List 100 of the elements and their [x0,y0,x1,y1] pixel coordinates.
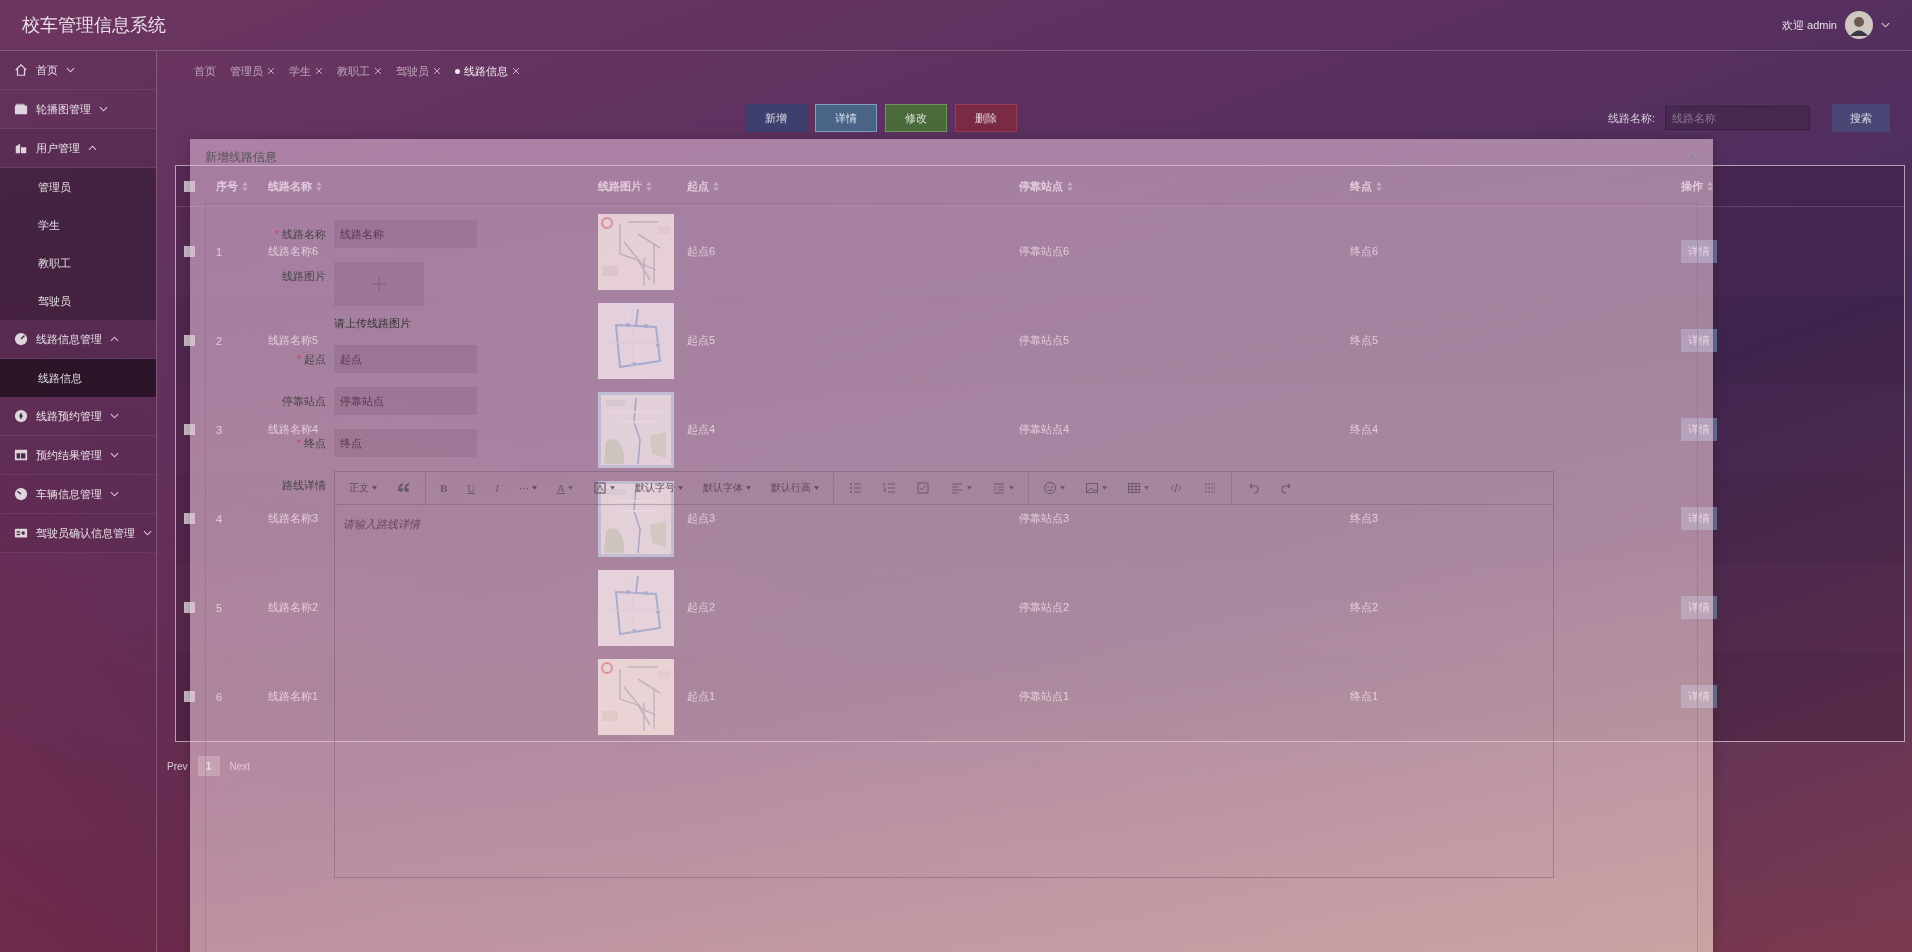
quote-icon [397,481,411,495]
align-icon [949,481,964,495]
menu-item[interactable]: 用户管理 [0,129,156,168]
table-cell: 线路名称1 [268,690,319,702]
tab[interactable]: 首页 [190,63,220,79]
delete-button[interactable]: 删除 [955,104,1017,132]
table-cell: 停靠站点2 [1019,601,1070,613]
tab[interactable]: 教职工 [333,63,386,79]
tab[interactable]: 驾驶员 [392,63,445,79]
menu-item[interactable]: 线路预约管理 [0,397,156,436]
upload-button[interactable] [334,262,424,306]
column-header: 序号 [216,178,238,194]
toolbar-button[interactable]: 默认行高 [762,477,827,499]
table-cell: 终点2 [1350,601,1379,613]
menu-item[interactable]: 预约结果管理 [0,436,156,475]
search-button[interactable]: 搜索 [1832,104,1890,132]
field-label: 路线详情 [282,479,326,491]
row-checkbox[interactable] [184,691,195,702]
chevron-down-icon [110,413,119,419]
indent-icon [991,481,1006,495]
field-label: * 终点 [296,437,326,449]
row-checkbox[interactable] [184,246,195,257]
field-label: 停靠站点 [282,395,326,407]
row-checkbox[interactable] [184,602,195,613]
chevron-down-icon [66,67,75,73]
column-header: 操作 [1681,178,1703,194]
table-cell: 终点1 [1350,690,1379,702]
toolbar-button[interactable]: ··· [510,477,545,499]
welcome-text: 欢迎 admin [1781,17,1837,33]
table-cell: 终点3 [1350,512,1379,524]
tab[interactable]: 学生 [285,63,327,79]
tab[interactable]: 线路信息 [451,63,524,79]
image-icon [1084,481,1099,495]
prev-link[interactable]: Prev [167,760,188,772]
table-cell: 起点3 [687,512,716,524]
table-cell: 5 [216,601,223,614]
toolbar-button[interactable]: 默认字体 [694,477,759,499]
toolbar-button[interactable]: 默认字号 [626,477,691,499]
table-cell: 停靠站点5 [1019,334,1070,346]
chevron-down-icon [1881,22,1890,28]
edit-button[interactable]: 修改 [885,104,947,132]
gauge-icon [14,332,28,346]
row-checkbox[interactable] [184,424,195,435]
submenu-item[interactable]: 驾驶员 [0,282,156,320]
table-cell: 起点4 [687,423,716,435]
row-checkbox[interactable] [184,513,195,524]
table-cell: 停靠站点6 [1019,245,1070,257]
menu-item[interactable]: 车辆信息管理 [0,475,156,514]
chevron-down-icon [143,530,152,536]
dialog-title: 新增线路信息 [205,148,277,166]
table-cell: 线路名称4 [268,423,319,435]
submenu-item[interactable]: 学生 [0,206,156,244]
table-cell: 终点5 [1350,334,1379,346]
table-cell: 停靠站点4 [1019,423,1070,435]
table-cell: 6 [216,690,223,703]
chevron-up-icon [88,145,97,151]
gauge-icon [14,487,28,501]
building-icon [14,141,28,155]
table-cell: 4 [216,512,223,525]
table-cell: 停靠站点1 [1019,690,1070,702]
select-all-checkbox[interactable] [184,180,195,192]
menu-item[interactable]: 轮播图管理 [0,90,156,129]
table-cell: 线路名称6 [268,245,319,257]
table-cell: 起点2 [687,601,716,613]
avatar-icon[interactable] [1845,11,1873,39]
field-label: 线路图片 [282,270,326,282]
chevron-down-icon [110,452,119,458]
detail-button[interactable]: 详情 [815,104,877,132]
table-cell: 终点6 [1350,245,1379,257]
menu-item[interactable]: 首页 [0,51,156,90]
table-cell: 起点5 [687,334,716,346]
table-cell: 起点6 [687,245,716,257]
numbered-list-icon [881,481,896,495]
table-cell: 停靠站点3 [1019,512,1070,524]
table-cell: 线路名称3 [268,512,319,524]
table-cell: 2 [216,334,223,347]
tab[interactable]: 管理员 [226,63,279,79]
add-button[interactable]: 新增 [745,104,807,132]
submenu-item[interactable]: 管理员 [0,168,156,206]
search-label: 线路名称: [1607,110,1655,126]
home-icon [14,63,28,77]
bullet-list-icon [847,481,862,495]
column-header: 停靠站点 [1019,178,1063,194]
field-label: * 线路名称 [274,228,326,240]
column-header: 线路图片 [598,178,642,194]
table-cell: 1 [216,245,223,258]
column-header: 起点 [687,178,709,194]
submenu-item[interactable]: 线路信息 [0,359,156,397]
table-icon [1126,481,1141,495]
chevron-down-icon [110,491,119,497]
menu-item[interactable]: 驾驶员确认信息管理 [0,514,156,553]
highlight-icon [592,481,607,495]
code-icon [1168,481,1183,495]
row-checkbox[interactable] [184,335,195,346]
toolbar-button[interactable]: 正文 [341,477,385,499]
table-cell: 终点4 [1350,423,1379,435]
chevron-up-icon [110,336,119,342]
submenu-item[interactable]: 教职工 [0,244,156,282]
menu-item[interactable]: 线路信息管理 [0,320,156,359]
checklist-icon [915,481,930,495]
